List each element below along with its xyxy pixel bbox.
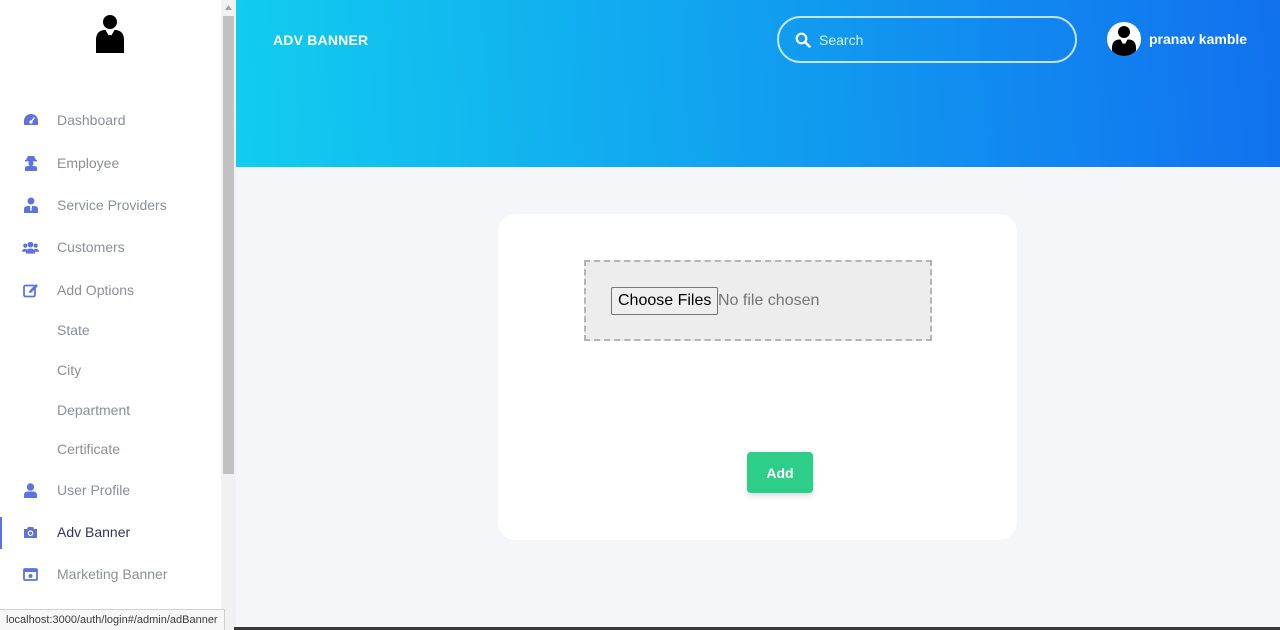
sidebar-item-label: Department	[57, 402, 131, 418]
sidebar-item-service-providers[interactable]: Service Providers	[0, 190, 221, 220]
sidebar-item-marketing-banner[interactable]: Marketing Banner	[0, 559, 221, 589]
sidebar-item-label: City	[57, 362, 82, 378]
tachometer-icon	[22, 112, 39, 128]
sidebar-item-adv-banner[interactable]: Adv Banner	[0, 517, 221, 549]
scrollbar-thumb[interactable]	[223, 16, 234, 474]
choose-files-button[interactable]: Choose Files	[611, 287, 719, 315]
sidebar-item-add-options[interactable]: Add Options	[0, 275, 221, 305]
page-title[interactable]: ADV BANNER	[273, 32, 368, 48]
scroll-up-arrow-icon[interactable]	[221, 0, 236, 15]
sidebar-item-label: Add Options	[57, 282, 135, 298]
sidebar-subitem-city[interactable]: City	[0, 355, 221, 385]
sidebar-item-customers[interactable]: Customers	[0, 232, 221, 262]
file-status-text: No file chosen	[718, 292, 820, 309]
sidebar-scrollbar[interactable]	[221, 0, 236, 630]
sidebar-item-label: User Profile	[57, 482, 131, 498]
add-button[interactable]: Add	[747, 452, 813, 493]
user-menu[interactable]: pranav kamble	[1107, 21, 1247, 57]
user-tie-icon	[22, 197, 39, 213]
users-icon	[22, 239, 39, 255]
user-secret-icon	[22, 155, 39, 171]
sidebar-item-label: Marketing Banner	[57, 566, 168, 582]
sidebar-item-label: Employee	[57, 155, 120, 171]
sidebar-item-user-profile[interactable]: User Profile	[0, 475, 221, 505]
sidebar-subitem-department[interactable]: Department	[0, 395, 221, 425]
search-icon	[795, 32, 811, 48]
sidebar-item-dashboard[interactable]: Dashboard	[0, 105, 221, 135]
image-icon	[22, 566, 39, 582]
sidebar-item-label: Service Providers	[57, 197, 167, 213]
user-icon	[22, 482, 39, 498]
sidebar-item-label: Dashboard	[57, 112, 126, 128]
search-box[interactable]	[777, 16, 1077, 63]
header-banner: ADV BANNER pranav kamble	[236, 0, 1280, 167]
avatar	[1107, 22, 1141, 56]
camera-icon	[22, 524, 39, 540]
businessman-icon	[1107, 22, 1141, 56]
sidebar: Dashboard Employee Service Providers Cus…	[0, 0, 221, 630]
sidebar-item-label: Customers	[57, 239, 125, 255]
file-dropzone[interactable]: Choose Files No file chosen	[584, 260, 932, 341]
sidebar-item-label: Adv Banner	[57, 524, 131, 540]
businessman-icon	[94, 14, 126, 54]
sidebar-item-label: State	[57, 322, 90, 338]
sidebar-subitem-state[interactable]: State	[0, 315, 221, 345]
user-name: pranav kamble	[1149, 31, 1248, 47]
upload-card: Choose Files No file chosen Add	[498, 214, 1017, 540]
edit-icon	[22, 282, 39, 298]
sidebar-subitem-certificate[interactable]: Certificate	[0, 434, 221, 464]
status-bar-url: localhost:3000/auth/login#/admin/adBanne…	[0, 609, 225, 630]
sidebar-item-employee[interactable]: Employee	[0, 148, 221, 178]
search-input[interactable]	[819, 29, 1059, 51]
sidebar-item-label: Certificate	[57, 441, 121, 457]
